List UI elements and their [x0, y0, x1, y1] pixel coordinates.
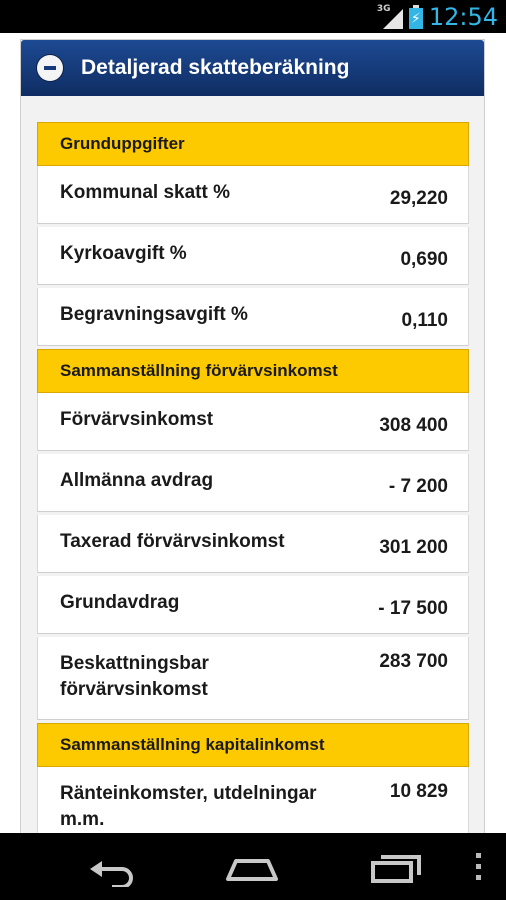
row-label: Allmänna avdrag — [60, 470, 214, 491]
home-icon[interactable] — [222, 847, 282, 887]
row-value: - 7 200 — [388, 476, 448, 497]
list-item: Förvärvsinkomst 308 400 — [37, 393, 469, 451]
status-icons: 3G ⚡ 12:54 — [377, 0, 498, 33]
row-label: Kommunal skatt % — [60, 182, 230, 203]
tax-panel: Detaljerad skatteberäkning Grunduppgifte… — [20, 39, 485, 833]
row-value: - 17 500 — [378, 598, 448, 619]
row-value: 308 400 — [379, 415, 448, 436]
section-header-forvarvsinkomst: Sammanställning förvärvsinkomst — [37, 349, 469, 393]
list-item: Allmänna avdrag - 7 200 — [37, 454, 469, 512]
row-label: Begravningsavgift % — [60, 304, 248, 325]
overflow-menu-icon[interactable] — [472, 853, 484, 883]
row-value: 0,690 — [400, 249, 448, 270]
navigation-bar — [0, 833, 506, 900]
row-label: Grundavdrag — [60, 592, 180, 613]
signal-icon: 3G — [377, 4, 403, 30]
row-value: 10 829 — [389, 781, 448, 802]
row-label: Ränteinkomster, utdelningar m.m. — [60, 783, 317, 830]
row-label: Förvärvsinkomst — [60, 409, 214, 430]
list-item: Kyrkoavgift % 0,690 — [37, 227, 469, 285]
list-item: Taxerad förvärvsinkomst 301 200 — [37, 515, 469, 573]
recent-apps-icon[interactable] — [365, 847, 425, 887]
row-label: Taxerad förvärvsinkomst — [60, 531, 285, 552]
list-item: Beskattningsbar förvärvsinkomst 283 700 — [37, 637, 469, 720]
section-header-kapitalinkomst: Sammanställning kapitalinkomst — [37, 723, 469, 767]
row-value: 283 700 — [379, 651, 448, 672]
panel-title: Detaljerad skatteberäkning — [81, 56, 350, 79]
row-label: Beskattningsbar förvärvsinkomst — [60, 653, 209, 700]
list-item: Grundavdrag - 17 500 — [37, 576, 469, 634]
list-item: Ränteinkomster, utdelningar m.m. 10 829 — [37, 767, 469, 833]
row-value: 29,220 — [389, 188, 448, 209]
row-value: 301 200 — [379, 537, 448, 558]
section-title: Grunduppgifter — [60, 134, 185, 153]
battery-charging-icon: ⚡ — [408, 4, 423, 29]
list-item: Begravningsavgift % 0,110 — [37, 288, 469, 346]
tax-details: Grunduppgifter Kommunal skatt % 29,220 K… — [37, 122, 469, 833]
clock: 12:54 — [428, 2, 498, 31]
status-bar: 3G ⚡ 12:54 — [0, 0, 506, 33]
panel-header[interactable]: Detaljerad skatteberäkning — [21, 40, 484, 96]
section-title: Sammanställning förvärvsinkomst — [60, 361, 338, 380]
section-title: Sammanställning kapitalinkomst — [60, 735, 325, 754]
row-value: 0,110 — [401, 310, 449, 331]
list-item: Kommunal skatt % 29,220 — [37, 166, 469, 224]
section-header-grunduppgifter: Grunduppgifter — [37, 122, 469, 166]
app-content: Detaljerad skatteberäkning Grunduppgifte… — [0, 33, 506, 833]
row-label: Kyrkoavgift % — [60, 243, 187, 264]
minus-circle-icon[interactable] — [37, 55, 63, 81]
back-icon[interactable] — [82, 847, 142, 889]
